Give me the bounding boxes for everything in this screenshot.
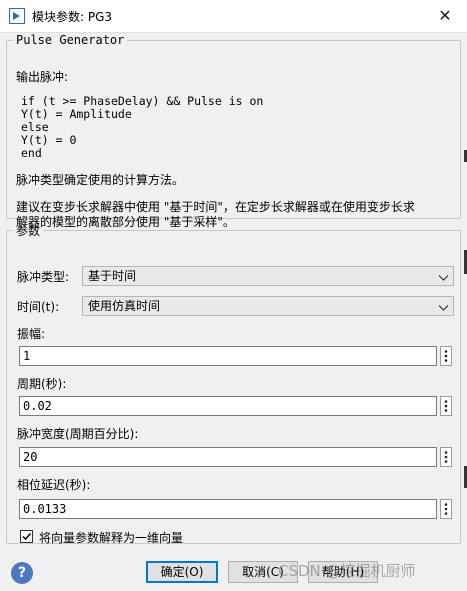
more-options-icon[interactable]	[440, 499, 452, 519]
pulse-type-select[interactable]: 基于时间	[82, 266, 454, 286]
help-icon[interactable]: ?	[11, 562, 33, 584]
period-field[interactable]: 0.02	[19, 396, 437, 416]
vector-checkbox[interactable]	[20, 530, 33, 543]
simulink-block-icon	[9, 8, 25, 24]
pulse-type-value: 基于时间	[88, 269, 137, 283]
description-heading: 输出脉冲:	[16, 70, 69, 84]
phase-delay-field[interactable]: 0.0133	[19, 499, 437, 519]
chevron-down-icon	[438, 270, 449, 288]
chevron-down-icon	[438, 300, 449, 318]
time-select[interactable]: 使用仿真时间	[82, 296, 454, 316]
window-title: 模块参数: PG3	[32, 10, 113, 24]
time-label: 时间(t):	[17, 300, 60, 314]
period-label: 周期(秒):	[17, 377, 67, 391]
watermark: CSDN @挖掘机厨师	[278, 562, 416, 580]
more-options-icon[interactable]	[440, 447, 452, 467]
ok-button[interactable]: 确定(O)	[146, 561, 218, 583]
pulse-width-field[interactable]: 20	[19, 447, 437, 467]
parameters-group: 参数 脉冲类型: 基于时间 时间(t): 使用仿真时间 振幅: 1 周期(秒):…	[6, 222, 461, 546]
phase-delay-label: 相位延迟(秒):	[17, 478, 91, 492]
amplitude-label: 振幅:	[17, 327, 46, 341]
title-bar: 模块参数: PG3 ✕	[0, 0, 467, 33]
description-group: Pulse Generator 输出脉冲: if (t >= PhaseDela…	[6, 33, 461, 229]
description-code: if (t >= PhaseDelay) && Pulse is on Y(t)…	[21, 94, 264, 160]
time-value: 使用仿真时间	[88, 299, 161, 313]
parameters-legend: 参数	[16, 224, 41, 238]
pulse-width-label: 脉冲宽度(周期百分比):	[17, 427, 139, 441]
more-options-icon[interactable]	[440, 396, 452, 416]
description-line-1: 脉冲类型确定使用的计算方法。	[16, 173, 185, 187]
description-legend: Pulse Generator	[16, 33, 125, 47]
close-icon[interactable]: ✕	[431, 4, 459, 28]
amplitude-field[interactable]: 1	[19, 346, 437, 366]
vector-checkbox-label[interactable]: 将向量参数解释为一维向量	[39, 529, 183, 546]
pulse-type-label: 脉冲类型:	[17, 270, 70, 284]
more-options-icon[interactable]	[440, 346, 452, 366]
